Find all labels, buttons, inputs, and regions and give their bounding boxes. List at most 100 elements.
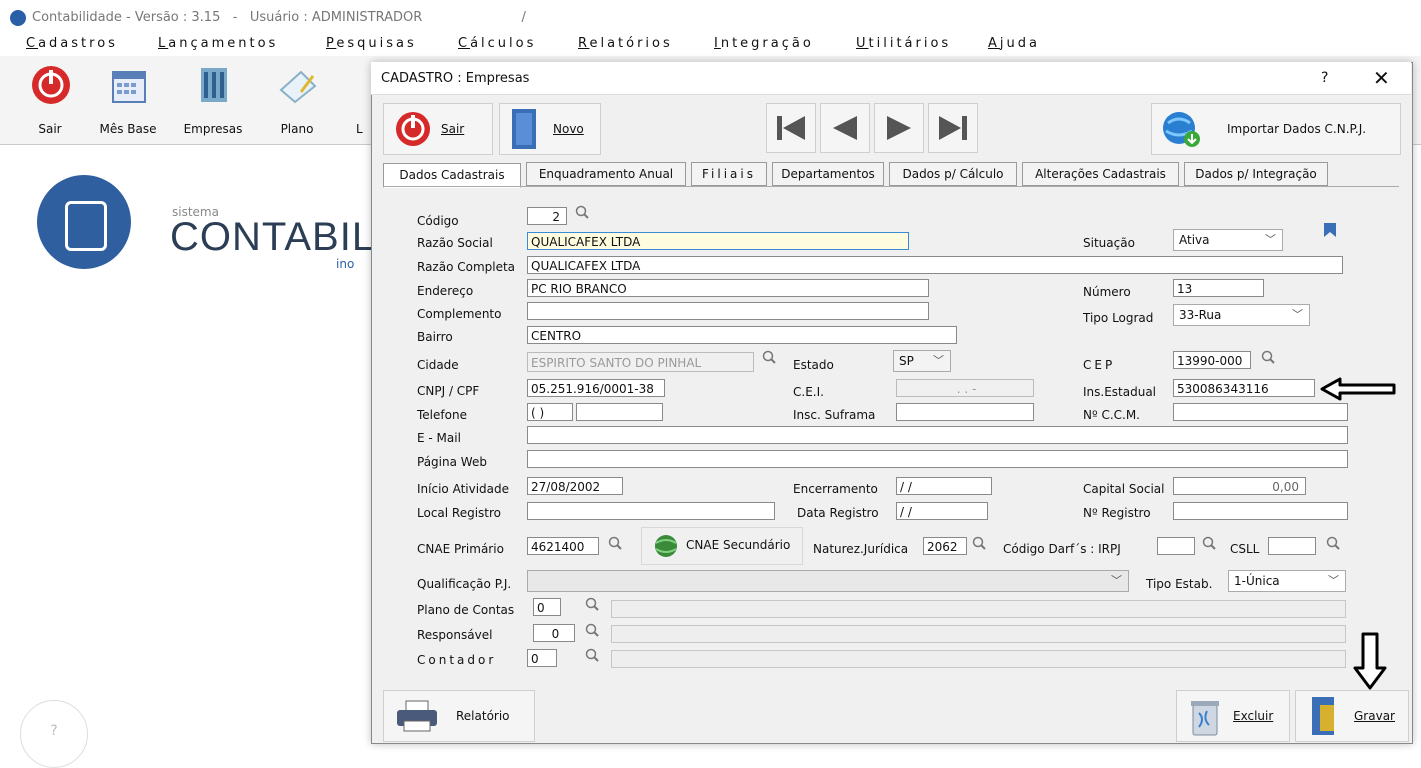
insc-suframa-field[interactable] <box>896 403 1034 421</box>
pagina-web-field[interactable] <box>527 450 1348 468</box>
relatorio-label: Relatório <box>456 709 510 723</box>
tab-dados-calculo[interactable]: Dados p/ Cálculo <box>889 162 1017 186</box>
gravar-button[interactable]: Gravar <box>1295 690 1409 742</box>
inicio-atividade-field[interactable]: 27/08/2002 <box>527 477 623 495</box>
tipo-lograd-select[interactable]: 33-Rua ﹀ <box>1173 304 1310 326</box>
search-icon[interactable] <box>1261 350 1275 364</box>
menu-pesquisas[interactable]: Pesquisas <box>326 36 417 51</box>
building-icon <box>201 68 227 102</box>
n-registro-field[interactable] <box>1173 502 1348 520</box>
bookmark-icon[interactable] <box>1323 222 1337 238</box>
excluir-button[interactable]: Excluir <box>1176 690 1290 742</box>
tab-enquadramento-anual[interactable]: Enquadramento Anual <box>526 162 686 186</box>
cnae-secundario-button[interactable]: CNAE Secundário <box>641 527 803 565</box>
codigo-darf-label: Código Darf´s : IRPJ <box>1003 542 1121 556</box>
razao-completa-field[interactable]: QUALICAFEX LTDA <box>527 256 1343 274</box>
capital-social-label: Capital Social <box>1083 482 1165 496</box>
razao-social-field[interactable]: QUALICAFEX LTDA <box>527 232 909 250</box>
ins-estadual-label: Ins.Estadual <box>1083 385 1157 399</box>
importar-cnpj-label: Importar Dados C.N.P.J. <box>1227 122 1367 136</box>
search-icon[interactable] <box>1326 536 1340 550</box>
tab-dados-cadastrais[interactable]: Dados Cadastrais <box>383 163 521 188</box>
search-icon[interactable] <box>1202 536 1216 550</box>
data-registro-label: Data Registro <box>797 506 879 520</box>
irpj-field[interactable] <box>1157 537 1195 555</box>
novo-button[interactable]: Novo <box>499 103 601 155</box>
cnae-primario-field[interactable]: 4621400 <box>527 537 599 555</box>
dialog-help-button[interactable]: ? <box>1321 70 1328 86</box>
trash-icon <box>1191 701 1219 736</box>
responsavel-label: Responsável <box>417 628 493 642</box>
previous-record-button[interactable] <box>820 103 870 153</box>
search-icon[interactable] <box>608 536 622 550</box>
search-icon[interactable] <box>972 536 986 550</box>
plano-contas-code-field[interactable]: 0 <box>533 598 561 616</box>
arrow-down-annotation-icon <box>1353 632 1387 690</box>
menu-integracao[interactable]: Integração <box>714 36 814 51</box>
codigo-field[interactable]: 2 <box>527 207 567 225</box>
toolbar-plano-button[interactable]: Plano <box>262 60 332 140</box>
contador-code-field[interactable]: 0 <box>527 649 557 667</box>
ccm-field[interactable] <box>1173 403 1348 421</box>
situacao-select[interactable]: Ativa ﹀ <box>1173 229 1283 251</box>
toolbar-empresas-button[interactable]: Empresas <box>178 60 248 140</box>
tipo-estab-select[interactable]: 1-Única ﹀ <box>1228 570 1346 592</box>
menu-utilitarios[interactable]: Utilitários <box>856 36 951 51</box>
encerramento-field[interactable]: / / <box>896 477 992 495</box>
bairro-field[interactable]: CENTRO <box>527 326 957 344</box>
tab-departamentos[interactable]: Departamentos <box>772 162 884 186</box>
natureza-juridica-field[interactable]: 2062 <box>923 537 967 555</box>
local-registro-field[interactable] <box>527 502 775 520</box>
search-icon[interactable] <box>585 597 599 611</box>
toolbar-plano-label: Plano <box>280 122 314 136</box>
next-record-button[interactable] <box>874 103 924 153</box>
help-bubble[interactable]: ? <box>20 700 88 768</box>
telefone-ddd-field[interactable]: ( ) <box>527 403 573 421</box>
cep-field[interactable]: 13990-000 <box>1173 351 1251 369</box>
numero-field[interactable]: 13 <box>1173 279 1264 297</box>
cnpj-field[interactable]: 05.251.916/0001-38 <box>527 379 665 397</box>
responsavel-code-field[interactable]: 0 <box>533 624 575 642</box>
menu-relatorios[interactable]: Relatórios <box>578 36 673 51</box>
data-registro-field[interactable]: / / <box>896 502 988 520</box>
search-icon[interactable] <box>585 623 599 637</box>
telefone-field[interactable] <box>576 403 663 421</box>
email-field[interactable] <box>527 426 1348 444</box>
numero-label: Número <box>1083 285 1131 299</box>
sair-button[interactable]: Sair <box>383 103 493 155</box>
search-icon[interactable] <box>585 648 599 662</box>
globe-icon <box>655 535 677 557</box>
tab-alteracoes-cadastrais[interactable]: Alterações Cadastrais <box>1022 162 1179 186</box>
csll-field[interactable] <box>1268 537 1316 555</box>
tab-dados-integracao[interactable]: Dados p/ Integração <box>1184 162 1328 186</box>
toolbar-sair-label: Sair <box>38 122 62 136</box>
dialog-close-button[interactable]: ✕ <box>1373 66 1390 90</box>
ins-estadual-field[interactable]: 530086343116 <box>1173 379 1315 397</box>
cidade-field[interactable]: ESPIRITO SANTO DO PINHAL <box>527 352 754 372</box>
skip-first-icon <box>777 116 805 140</box>
complemento-field[interactable] <box>527 302 929 320</box>
relatorio-button[interactable]: Relatório <box>383 690 535 742</box>
menu-lancamentos[interactable]: Lançamentos <box>158 36 278 51</box>
search-icon[interactable] <box>762 350 776 364</box>
toolbar-partial-button[interactable]: L <box>330 60 370 140</box>
importar-cnpj-button[interactable]: Importar Dados C.N.P.J. <box>1151 103 1401 155</box>
toolbar-sair-button[interactable]: Sair <box>15 60 85 140</box>
ccm-label: Nº C.C.M. <box>1083 408 1140 422</box>
estado-select[interactable]: SP ﹀ <box>893 350 951 372</box>
tab-filiais[interactable]: Filiais <box>691 162 767 186</box>
capital-social-field[interactable]: 0,00 <box>1173 477 1306 495</box>
first-record-button[interactable] <box>766 103 816 153</box>
menu-ajuda[interactable]: Ajuda <box>988 36 1040 51</box>
last-record-button[interactable] <box>928 103 978 153</box>
toolbar-mes-base-button[interactable]: Mês Base <box>93 60 163 140</box>
splash-brand-text: CONTABILI <box>170 215 388 259</box>
qualificacao-select[interactable]: ﹀ <box>527 570 1129 592</box>
menu-cadastros[interactable]: Cadastros <box>26 36 118 51</box>
menu-calculos[interactable]: Cálculos <box>458 36 536 51</box>
cei-field[interactable]: . . - <box>896 379 1034 397</box>
chevron-down-icon: ﹀ <box>1328 574 1339 587</box>
cnae-primario-label: CNAE Primário <box>417 542 504 556</box>
endereco-field[interactable]: PC RIO BRANCO <box>527 279 929 297</box>
search-icon[interactable] <box>575 205 589 219</box>
